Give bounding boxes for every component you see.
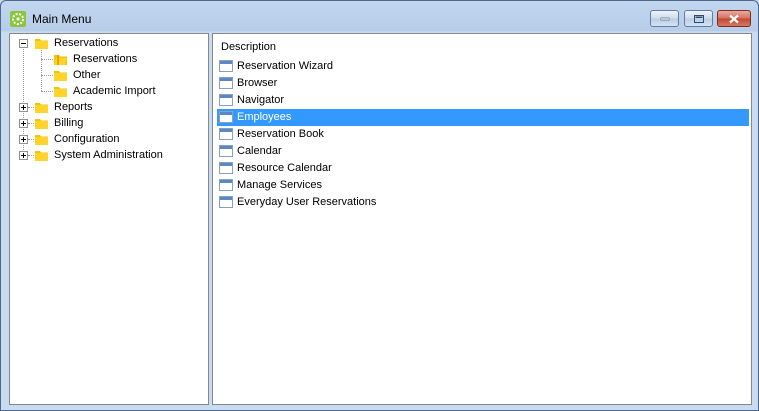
window-icon xyxy=(219,128,233,140)
list-item-label: Browser xyxy=(237,77,278,89)
list-item[interactable]: Employees xyxy=(217,109,749,126)
column-header-description[interactable]: Description xyxy=(221,41,276,53)
folder-icon xyxy=(54,71,67,81)
main-menu-window: Main Menu Reservations Reservations Othe… xyxy=(0,0,759,411)
expand-toggle-icon[interactable] xyxy=(19,103,28,112)
window-icon xyxy=(219,94,233,106)
minimize-button[interactable] xyxy=(650,10,679,27)
list-item[interactable]: Resource Calendar xyxy=(217,160,749,177)
folder-icon xyxy=(35,103,48,113)
list-item[interactable]: Reservation Book xyxy=(217,126,749,143)
window-icon xyxy=(219,77,233,89)
window-icon xyxy=(219,179,233,191)
title-bar[interactable]: Main Menu xyxy=(1,1,758,31)
tree-item-label: Other xyxy=(73,69,101,81)
tree-item-system-administration[interactable]: System Administration xyxy=(10,147,206,163)
list-item-label: Employees xyxy=(237,111,292,123)
folder-icon xyxy=(35,135,48,145)
tree-item-label: System Administration xyxy=(54,149,163,161)
tree-item-academic-import[interactable]: Academic Import xyxy=(10,83,206,99)
navigation-tree[interactable]: Reservations Reservations Other Academic… xyxy=(9,33,209,405)
list-item[interactable]: Reservation Wizard xyxy=(217,58,749,75)
tree-item-reservations[interactable]: Reservations xyxy=(10,35,206,51)
window-icon xyxy=(219,196,233,208)
tree-item-other[interactable]: Other xyxy=(10,67,206,83)
folder-icon xyxy=(35,151,48,161)
tree-item-reservations-child[interactable]: Reservations xyxy=(10,51,206,67)
list-item-label: Resource Calendar xyxy=(237,162,332,174)
folder-icon xyxy=(35,39,48,49)
list-item[interactable]: Everyday User Reservations xyxy=(217,194,749,211)
tree-item-label: Reservations xyxy=(54,37,119,49)
app-icon xyxy=(10,11,26,27)
list-item-label: Manage Services xyxy=(237,179,322,191)
tree-item-billing[interactable]: Billing xyxy=(10,115,206,131)
window-icon xyxy=(219,162,233,174)
tree-item-label: Reservations xyxy=(73,53,138,65)
list-item-label: Calendar xyxy=(237,145,282,157)
collapse-toggle-icon[interactable] xyxy=(19,39,28,48)
list-item[interactable]: Calendar xyxy=(217,143,749,160)
open-folder-icon xyxy=(54,55,67,65)
folder-icon xyxy=(54,87,67,97)
list-item[interactable]: Navigator xyxy=(217,92,749,109)
window-icon xyxy=(219,111,233,123)
minimize-icon xyxy=(660,17,669,20)
folder-icon xyxy=(35,119,48,129)
window-icon xyxy=(219,60,233,72)
list-item-label: Navigator xyxy=(237,94,285,106)
list-item[interactable]: Browser xyxy=(217,75,749,92)
tree-item-label: Configuration xyxy=(54,133,120,145)
menu-items-list[interactable]: Description Reservation Wizard Browser Nav… xyxy=(212,33,752,405)
expand-toggle-icon[interactable] xyxy=(19,151,28,160)
close-button[interactable] xyxy=(717,10,751,27)
tree-item-reports[interactable]: Reports xyxy=(10,99,206,115)
list-item[interactable]: Manage Services xyxy=(217,177,749,194)
list-item-label: Reservation Book xyxy=(237,128,324,140)
window-title: Main Menu xyxy=(32,12,92,26)
window-icon xyxy=(219,145,233,157)
expand-toggle-icon[interactable] xyxy=(19,135,28,144)
tree-item-configuration[interactable]: Configuration xyxy=(10,131,206,147)
tree-item-label: Billing xyxy=(54,117,84,129)
maximize-icon xyxy=(693,14,704,23)
list-item-label: Reservation Wizard xyxy=(237,60,333,72)
tree-item-label: Academic Import xyxy=(73,85,156,97)
close-icon xyxy=(729,14,739,23)
expand-toggle-icon[interactable] xyxy=(19,119,28,128)
list-item-label: Everyday User Reservations xyxy=(237,196,377,208)
maximize-button[interactable] xyxy=(684,10,713,27)
tree-item-label: Reports xyxy=(54,101,93,113)
